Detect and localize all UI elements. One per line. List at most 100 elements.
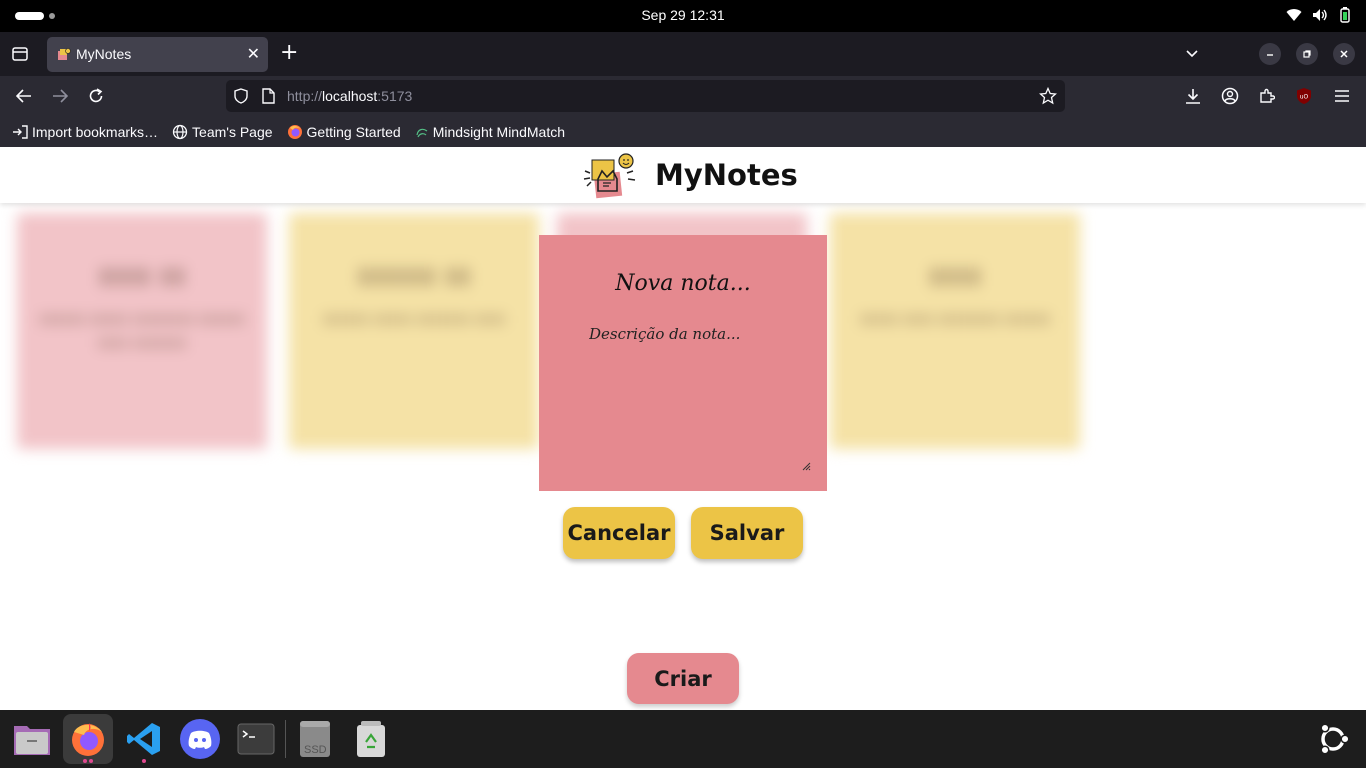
firefox-icon xyxy=(72,723,104,756)
svg-text:uO: uO xyxy=(1300,94,1309,101)
note-card[interactable]: ▮▮▮▮▮▮ ▮▮ ▮▮▮▮▮▮ ▮▮▮▮▮ ▮▮▮▮▮▮▮ ▮▮▮▮ xyxy=(289,213,539,449)
dock-trash[interactable] xyxy=(346,714,396,764)
bookmark-getting-started[interactable]: Getting Started xyxy=(287,124,401,140)
account-button[interactable] xyxy=(1220,86,1240,106)
dock-discord[interactable] xyxy=(175,714,225,764)
url-host: localhost xyxy=(322,88,378,104)
bookmark-import[interactable]: Import bookmarks… xyxy=(12,124,158,140)
wifi-icon xyxy=(1286,9,1302,21)
dock-files[interactable] xyxy=(7,714,57,764)
dock-firefox[interactable] xyxy=(63,714,113,764)
ublock-origin-icon: uO xyxy=(1297,88,1311,104)
system-top-bar: Sep 29 12:31 xyxy=(0,0,1366,32)
mindsight-icon xyxy=(416,128,428,137)
app-title: MyNotes xyxy=(655,158,798,192)
url-text[interactable]: http://localhost:5173 xyxy=(287,88,412,104)
restore-window-button[interactable] xyxy=(1296,43,1318,65)
running-indicator xyxy=(142,759,146,763)
ssd-label: SSD xyxy=(304,744,327,756)
bookmark-label: Mindsight MindMatch xyxy=(432,123,565,140)
page-icon[interactable] xyxy=(262,88,275,104)
hamburger-menu-icon xyxy=(1335,90,1349,102)
close-window-button[interactable] xyxy=(1333,43,1355,65)
reload-icon xyxy=(89,88,103,103)
ublock-button[interactable]: uO xyxy=(1294,86,1314,106)
mynotes-favicon-icon xyxy=(57,47,71,66)
shield-icon[interactable] xyxy=(234,88,248,104)
puzzle-icon xyxy=(1260,88,1275,103)
import-icon xyxy=(13,124,28,139)
note-text-blurred: ▮▮▮▮▮▮ ▮▮▮▮▮ ▮▮▮▮▮▮▮ ▮▮▮▮ xyxy=(322,311,506,327)
tab-overview-icon xyxy=(12,47,28,61)
minimize-icon xyxy=(1267,54,1273,56)
bookmark-star-icon[interactable] xyxy=(1039,87,1057,105)
running-indicator xyxy=(83,759,87,763)
url-bar[interactable]: http://localhost:5173 xyxy=(226,80,1065,112)
arrow-left-icon xyxy=(16,89,31,103)
tab-close-icon[interactable]: ✕ xyxy=(247,46,260,62)
note-title-blurred: ▮▮▮▮▮▮ ▮▮ xyxy=(356,261,471,289)
system-clock[interactable]: Sep 29 12:31 xyxy=(0,7,1366,23)
reload-button[interactable] xyxy=(86,86,106,106)
chevron-down-icon xyxy=(1186,50,1198,58)
bookmarks-toolbar: Import bookmarks… Team's Page Getting St… xyxy=(0,116,1366,147)
back-button[interactable] xyxy=(14,86,34,106)
list-all-tabs-button[interactable] xyxy=(1181,43,1203,65)
discord-icon xyxy=(180,719,220,759)
account-icon xyxy=(1221,87,1239,105)
bookmark-label: Import bookmarks… xyxy=(32,123,159,140)
page-content: MyNotes ▮▮▮▮ ▮▮ ▮▮▮▮▮▮ ▮▮▮▮▮ ▮▮▮▮▮▮▮▮ ▮▮… xyxy=(0,147,1366,710)
download-icon xyxy=(1186,89,1200,104)
new-tab-button[interactable]: + xyxy=(280,41,298,65)
dock-separator xyxy=(285,720,286,758)
trash-icon xyxy=(357,721,385,757)
tab-mynotes[interactable]: MyNotes ✕ xyxy=(47,37,268,72)
app-header: MyNotes xyxy=(0,147,1366,203)
browser-tab-strip: MyNotes ✕ + xyxy=(0,32,1366,76)
bookmark-label: Getting Started xyxy=(306,123,401,140)
battery-icon xyxy=(1340,7,1350,23)
resize-grip-icon[interactable] xyxy=(801,461,811,471)
ubuntu-show-apps-icon xyxy=(1320,723,1349,755)
close-icon xyxy=(1340,50,1348,58)
note-text-blurred: ▮▮▮▮▮▮ ▮▮▮▮▮ ▮▮▮▮▮▮▮▮ ▮▮▮▮▮▮ ▮▮▮▮ ▮▮▮▮▮▮… xyxy=(39,311,245,351)
cancel-button[interactable]: Cancelar xyxy=(563,507,675,559)
url-scheme: http:// xyxy=(287,88,323,104)
note-title-blurred: ▮▮▮▮ xyxy=(928,261,982,289)
tab-overview-button[interactable] xyxy=(9,43,31,65)
ubuntu-dock: SSD xyxy=(0,710,1366,768)
system-tray[interactable] xyxy=(1286,7,1352,23)
extensions-button[interactable] xyxy=(1257,86,1277,106)
dock-show-apps[interactable] xyxy=(1308,714,1358,764)
app-menu-button[interactable] xyxy=(1332,86,1352,106)
note-text-blurred: ▮▮▮▮▮ ▮▮▮▮ ▮▮▮▮▮▮▮▮ ▮▮▮▮▮▮ xyxy=(859,311,1051,327)
save-button[interactable]: Salvar xyxy=(691,507,803,559)
restore-icon xyxy=(1303,50,1311,58)
vscode-icon xyxy=(127,723,160,755)
files-icon xyxy=(14,726,50,755)
downloads-button[interactable] xyxy=(1183,86,1203,106)
note-description-input[interactable] xyxy=(589,325,814,470)
create-note-button[interactable]: Criar xyxy=(627,653,739,704)
url-port: :5173 xyxy=(377,88,413,104)
dock-vscode[interactable] xyxy=(119,714,169,764)
volume-icon xyxy=(1313,9,1327,21)
minimize-window-button[interactable] xyxy=(1259,43,1281,65)
bookmark-label: Team's Page xyxy=(192,123,273,140)
browser-nav-bar: http://localhost:5173 uO xyxy=(0,76,1366,116)
dock-ssd-drive[interactable]: SSD xyxy=(290,714,340,764)
bookmark-teams-page[interactable]: Team's Page xyxy=(172,124,273,140)
dock-terminal[interactable] xyxy=(231,714,281,764)
arrow-right-icon xyxy=(53,89,68,103)
note-card[interactable]: ▮▮▮▮ ▮▮ ▮▮▮▮▮▮ ▮▮▮▮▮ ▮▮▮▮▮▮▮▮ ▮▮▮▮▮▮ ▮▮▮… xyxy=(17,213,267,449)
forward-button[interactable] xyxy=(50,86,70,106)
running-indicator xyxy=(89,759,93,763)
tab-title: MyNotes xyxy=(76,46,132,62)
globe-icon xyxy=(172,124,188,139)
note-title-blurred: ▮▮▮▮ ▮▮ xyxy=(98,261,186,289)
mynotes-logo-icon xyxy=(583,151,639,205)
note-title-input[interactable] xyxy=(559,271,807,296)
bookmark-mindsight[interactable]: Mindsight MindMatch xyxy=(415,124,565,140)
new-note-card xyxy=(539,235,827,491)
note-card[interactable]: ▮▮▮▮ ▮▮▮▮▮ ▮▮▮▮ ▮▮▮▮▮▮▮▮ ▮▮▮▮▮▮ xyxy=(830,213,1080,449)
